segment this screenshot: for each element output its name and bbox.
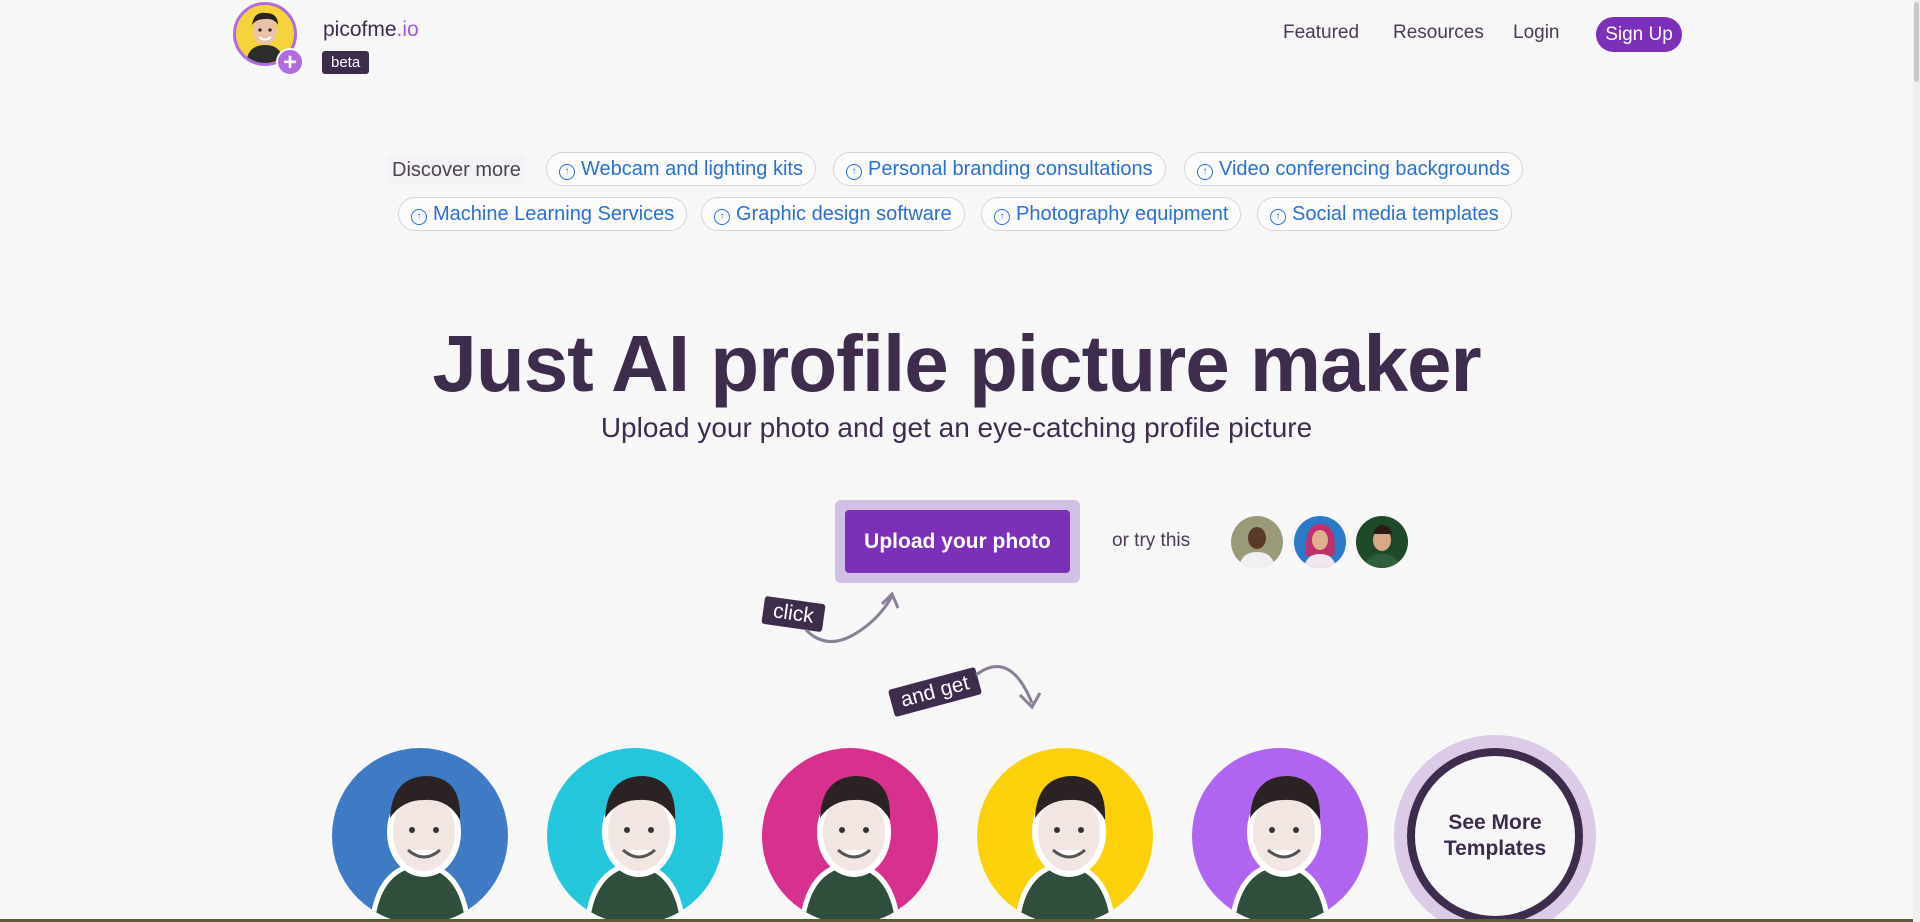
template-style-4[interactable] [977,748,1153,922]
chip-webcam-lighting[interactable]: ↑ Webcam and lighting kits [546,152,816,186]
brand-name[interactable]: picofme.io [323,18,419,42]
sample-photo-1[interactable] [1231,516,1283,568]
arrow-up-circle-icon: ↑ [1197,164,1213,180]
portrait-image [369,776,471,922]
arrow-up-circle-icon: ↑ [1270,209,1286,225]
chip-video-backgrounds[interactable]: ↑ Video conferencing backgrounds [1184,152,1523,186]
beta-badge: beta [322,51,370,74]
chip-machine-learning[interactable]: ↑ Machine Learning Services [398,197,688,231]
arrow-up-circle-icon: ↑ [559,164,575,180]
chip-social-templates[interactable]: ↑ Social media templates [1257,197,1512,231]
scrollbar-thumb[interactable] [1914,2,1919,82]
arrow-up-circle-icon: ↑ [714,209,730,225]
see-more-label: See More Templates [1443,811,1547,860]
curved-arrow-up-icon [804,591,900,643]
portrait-image [799,776,901,922]
arrow-up-circle-icon: ↑ [411,209,427,225]
chip-photography[interactable]: ↑ Photography equipment [981,197,1242,231]
template-style-5[interactable] [1192,748,1368,922]
upload-photo-button[interactable]: Upload your photo [845,510,1070,573]
see-more-templates-button[interactable]: See More Templates [1394,735,1596,922]
arrow-up-circle-icon: ↑ [846,164,862,180]
discover-more-label: Discover more [388,156,525,184]
nav-resources[interactable]: Resources [1393,22,1484,44]
template-style-2[interactable] [547,748,723,922]
plus-icon: + [276,48,304,76]
sample-photo-3[interactable] [1356,516,1408,568]
template-style-3[interactable] [762,748,938,922]
nav-featured[interactable]: Featured [1283,22,1359,44]
chip-graphic-design[interactable]: ↑ Graphic design software [701,197,965,231]
arrow-up-circle-icon: ↑ [994,209,1010,225]
nav-login[interactable]: Login [1513,22,1560,44]
portrait-image [584,776,686,922]
portrait-image [1229,776,1331,922]
see-more-ring: See More Templates [1407,748,1583,922]
site-header: + picofme.io beta Featured Resources Log… [0,0,1920,80]
portrait-image [1014,776,1116,922]
vertical-scrollbar[interactable] [1913,0,1920,922]
template-style-1[interactable] [332,748,508,922]
signup-button[interactable]: Sign Up [1596,17,1682,52]
or-try-label: or try this [1112,530,1191,551]
and-get-tag: and get [887,666,983,718]
hero-subtitle: Upload your photo and get an eye-catchin… [600,412,1313,443]
upload-button-frame: Upload your photo [835,500,1080,583]
chip-personal-branding[interactable]: ↑ Personal branding consultations [833,152,1166,186]
hero-title: Just AI profile picture maker [432,319,1481,408]
sample-photo-2[interactable] [1294,516,1346,568]
curved-arrow-down-icon [975,665,1042,710]
